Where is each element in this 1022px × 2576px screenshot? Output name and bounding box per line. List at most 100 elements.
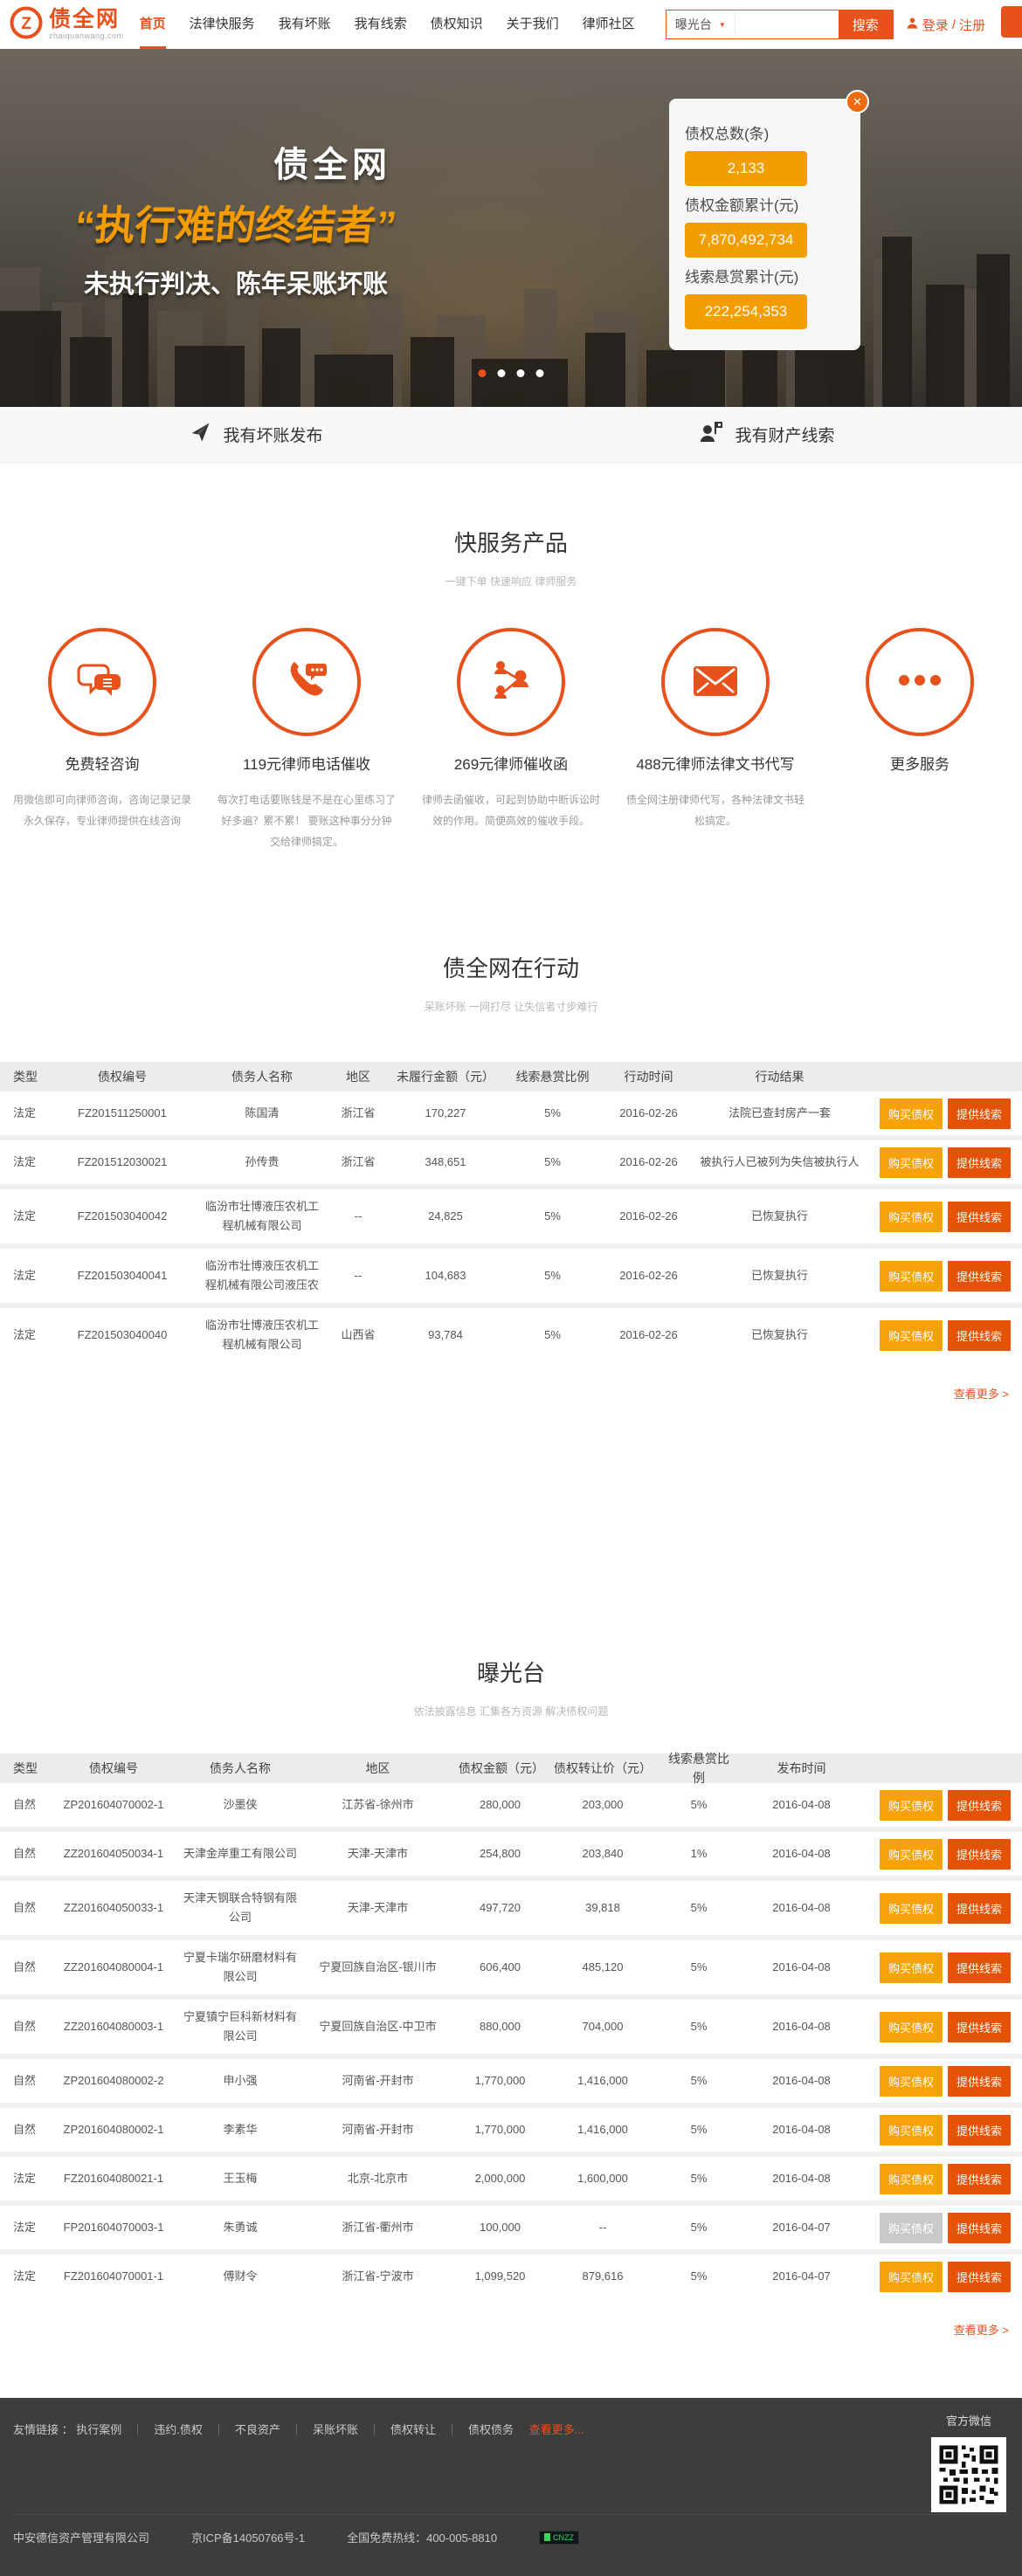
search-category-select[interactable]: 曝光台 ▼	[666, 10, 735, 38]
logo[interactable]: Z 债全网 zhaiquanwang.com	[9, 5, 124, 45]
cell-date: 2016-04-08	[738, 1842, 865, 1865]
search-input[interactable]	[735, 10, 839, 38]
publish-baddebt-link[interactable]: 我有坏账发布	[0, 407, 511, 462]
view-more-link[interactable]: 查看更多 >	[954, 2324, 1009, 2337]
provide-clue-button[interactable]: 提供线索	[948, 1839, 1011, 1870]
buy-debt-button[interactable]: 购买债权	[880, 1147, 943, 1178]
svg-text:Z: Z	[21, 15, 31, 33]
cell-region: 天津-天津市	[301, 1842, 454, 1865]
row-actions: 购买债权提供线索	[865, 2115, 1022, 2146]
corner-tab-button[interactable]	[1001, 6, 1022, 38]
cell-reward: 5%	[502, 1205, 603, 1228]
provide-clue-button[interactable]: 提供线索	[948, 1893, 1011, 1924]
nav-item-my-baddebt[interactable]: 我有坏账	[279, 0, 331, 49]
cell-amount: 2,000,000	[454, 2167, 546, 2190]
close-icon[interactable]: ✕	[846, 90, 869, 114]
footer-link-0[interactable]: 执行案例	[76, 2423, 121, 2436]
provide-clue-button[interactable]: 提供线索	[948, 2213, 1011, 2243]
cell-debtor: 临汾市壮博液压农机工程机械有限公司	[197, 1314, 328, 1356]
cell-amount: 1,770,000	[454, 2070, 546, 2092]
person-flag-icon	[698, 419, 724, 451]
cell-id: ZP201604070002-1	[48, 1794, 179, 1816]
buy-debt-button[interactable]: 购买债权	[880, 2012, 943, 2042]
cell-result: 法院已查封房产一套	[694, 1102, 865, 1125]
buy-debt-button[interactable]: 购买债权	[880, 1320, 943, 1351]
provide-clue-button[interactable]: 提供线索	[948, 2115, 1011, 2146]
view-more-link[interactable]: 查看更多 >	[954, 1388, 1009, 1401]
service-circle	[661, 628, 770, 736]
provide-clue-button[interactable]: 提供线索	[948, 1147, 1011, 1178]
provide-clue-button[interactable]: 提供线索	[948, 1202, 1011, 1232]
buy-debt-button[interactable]: 购买债权	[880, 1261, 943, 1291]
service-label: 269元律师催收函	[409, 752, 613, 774]
provide-clue-button[interactable]: 提供线索	[948, 2066, 1011, 2097]
cell-id: ZZ201604050034-1	[48, 1842, 179, 1865]
row-actions: 购买债权提供线索	[865, 1790, 1022, 1821]
cell-result: 已恢复执行	[694, 1264, 865, 1287]
nav-item-debt-knowledge[interactable]: 债权知识	[431, 0, 483, 49]
nav-item-about-us[interactable]: 关于我们	[507, 0, 559, 49]
buy-debt-button[interactable]: 购买债权	[880, 2115, 943, 2146]
cell-reward: 5%	[502, 1151, 603, 1174]
carousel-dot[interactable]	[479, 369, 487, 377]
buy-debt-button[interactable]: 购买债权	[880, 1790, 943, 1821]
cell-id: FZ201503040041	[48, 1264, 197, 1287]
stats-panel: ✕ 债权总数(条)2,133债权金额累计(元)7,870,492,734线索悬赏…	[669, 99, 860, 350]
provide-clue-button[interactable]: 提供线索	[948, 2262, 1011, 2292]
column-header: 债务人名称	[197, 1065, 328, 1088]
cell-debtor: 傅财令	[179, 2265, 301, 2288]
cell-result: 被执行人已被列为失信被执行人	[694, 1151, 865, 1174]
people-network-icon	[487, 657, 535, 708]
carousel-dot[interactable]	[517, 369, 525, 377]
service-collection-letter[interactable]: 269元律师催收函律师去函催收，可起到协助中断诉讼时效的作用。简便高效的催收手段…	[409, 628, 613, 852]
login-link[interactable]: 登录	[922, 16, 949, 34]
provide-clue-button[interactable]: 提供线索	[948, 2164, 1011, 2194]
service-phone-collection[interactable]: 119元律师电话催收每次打电话要账钱是不是在心里练习了好多遍？累不累！ 要账这种…	[204, 628, 409, 852]
service-free-consult[interactable]: 免费轻咨询用微信即可向律师咨询，咨询记录记录永久保存，专业律师提供在线咨询	[0, 628, 204, 852]
footer-link-4[interactable]: 债权转让	[390, 2423, 436, 2436]
nav-item-home[interactable]: 首页	[140, 0, 166, 49]
provide-clue-button[interactable]: 提供线索	[948, 1320, 1011, 1351]
buy-debt-button[interactable]: 购买债权	[880, 1953, 943, 1983]
cell-price: 1,416,000	[546, 2070, 659, 2092]
nav-item-legal-express[interactable]: 法律快服务	[190, 0, 255, 49]
section-title: 曝光台	[0, 1656, 1022, 1688]
provide-clue-button[interactable]: 提供线索	[948, 1790, 1011, 1821]
separator: ｜	[213, 2423, 224, 2436]
cell-type: 法定	[0, 1205, 48, 1228]
nav-item-lawyer-community[interactable]: 律师社区	[583, 0, 635, 49]
provide-clue-button[interactable]: 提供线索	[948, 1261, 1011, 1291]
footer-link-3[interactable]: 呆账坏账	[313, 2423, 358, 2436]
cell-region: 江苏省-徐州市	[301, 1794, 454, 1816]
cell-region: 浙江省-宁波市	[301, 2265, 454, 2288]
property-clue-link[interactable]: 我有财产线索	[511, 407, 1022, 462]
carousel-dot[interactable]	[498, 369, 506, 377]
register-link[interactable]: 注册	[959, 16, 985, 34]
service-more-services[interactable]: 更多服务	[818, 628, 1022, 852]
section-subtitle: 呆账坏账 一网打尽 让失信者寸步难行	[0, 999, 1022, 1014]
footer-link-2[interactable]: 不良资产	[235, 2423, 280, 2436]
service-document-writing[interactable]: 488元律师法律文书代写债全网注册律师代写，各种法律文书轻松搞定。	[613, 628, 818, 852]
search-button[interactable]: 搜索	[839, 10, 893, 38]
nav-item-my-clues[interactable]: 我有线索	[355, 0, 407, 49]
cnzz-badge[interactable]: CNZZ	[539, 2531, 579, 2545]
buy-debt-button[interactable]: 购买债权	[880, 1839, 943, 1870]
buy-debt-button[interactable]: 购买债权	[880, 2213, 943, 2243]
provide-clue-button[interactable]: 提供线索	[948, 1953, 1011, 1983]
buy-debt-button[interactable]: 购买债权	[880, 1893, 943, 1924]
provide-clue-button[interactable]: 提供线索	[948, 1099, 1011, 1129]
footer-link-1[interactable]: 违约.债权	[154, 2423, 203, 2436]
carousel-dot[interactable]	[536, 369, 544, 377]
footer-link-5[interactable]: 债权债务	[468, 2423, 514, 2436]
buy-debt-button[interactable]: 购买债权	[880, 2164, 943, 2194]
buy-debt-button[interactable]: 购买债权	[880, 1099, 943, 1129]
cell-region: 山西省	[328, 1324, 389, 1347]
provide-clue-button[interactable]: 提供线索	[948, 2012, 1011, 2042]
cell-debtor: 沙墨侠	[179, 1794, 301, 1816]
table-row: 自然ZZ201604080003-1宁夏镇宁巨科新材料有限公司宁夏回族自治区-中…	[0, 2000, 1022, 2054]
buy-debt-button[interactable]: 购买债权	[880, 1202, 943, 1232]
stat-label: 债权金额累计(元)	[685, 193, 860, 215]
footer-more-link[interactable]: 查看更多...	[529, 2423, 584, 2436]
buy-debt-button[interactable]: 购买债权	[880, 2262, 943, 2292]
buy-debt-button[interactable]: 购买债权	[880, 2066, 943, 2097]
